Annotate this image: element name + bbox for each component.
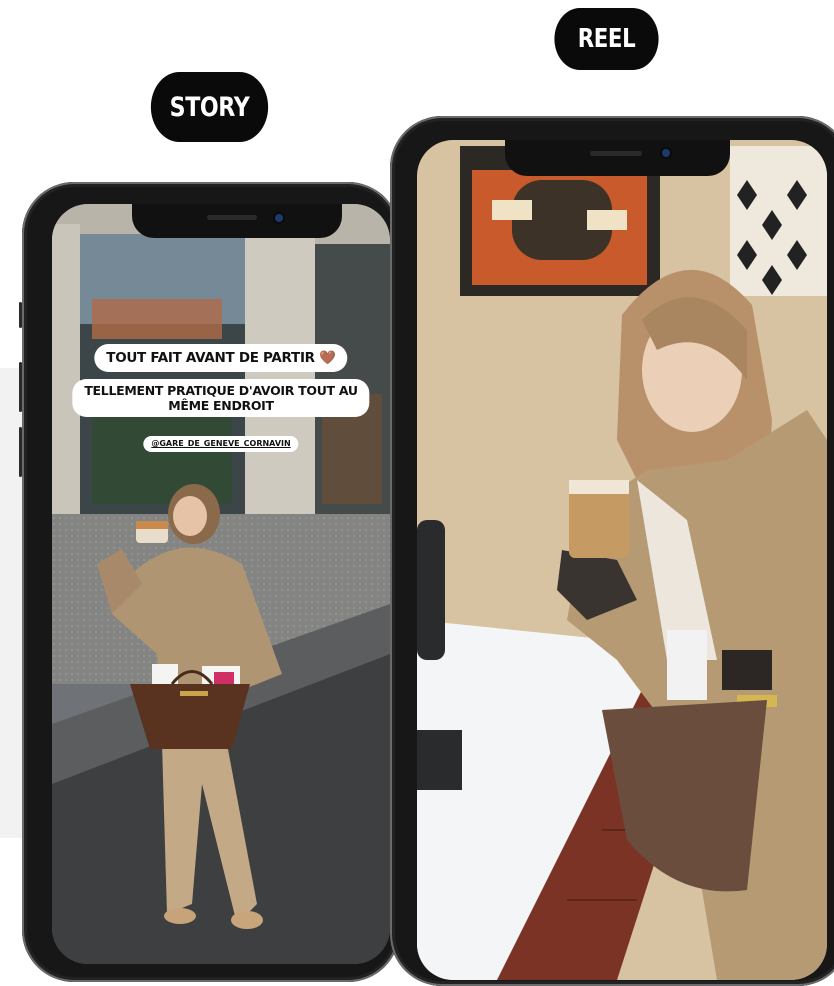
front-camera-icon (662, 149, 670, 157)
phone-notch (505, 140, 730, 176)
speaker-icon (207, 215, 257, 220)
phone-notch (132, 204, 342, 238)
reel-phone-mockup (390, 116, 834, 986)
phone-side-button (19, 302, 22, 328)
story-caption-2: TELLEMENT PRATIQUE D'AVOIR TOUT AU MÊME … (72, 379, 370, 417)
reel-photo (417, 140, 827, 980)
story-label: STORY (150, 72, 269, 142)
heart-emoji-icon: 🤎 (319, 350, 336, 366)
phone-side-button (19, 427, 22, 477)
front-camera-icon (275, 214, 283, 222)
reel-screen[interactable] (417, 140, 827, 980)
phone-side-button (19, 362, 22, 412)
story-phone-mockup: TOUT FAIT AVANT DE PARTIR 🤎 TELLEMENT PR… (19, 182, 400, 982)
story-caption-1: TOUT FAIT AVANT DE PARTIR 🤎 (94, 344, 348, 373)
location-mention-sticker[interactable]: @GARE_DE_GENEVE_CORNAVIN (143, 436, 299, 452)
reel-label: REEL (554, 8, 659, 70)
story-screen[interactable]: TOUT FAIT AVANT DE PARTIR 🤎 TELLEMENT PR… (52, 204, 390, 964)
speaker-icon (590, 151, 642, 156)
story-photo (52, 204, 390, 964)
